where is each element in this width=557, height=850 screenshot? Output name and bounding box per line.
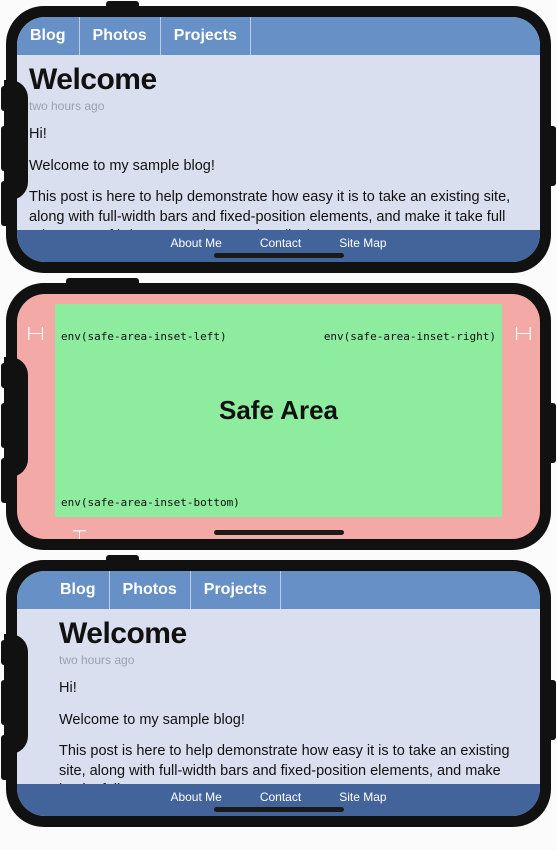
post-p1: Hi!	[59, 679, 510, 699]
iphone-mockup-with-inset: Blog Photos Projects Welcome two hours a…	[6, 560, 551, 827]
nav-tab-blog[interactable]: Blog	[47, 571, 110, 609]
nav-tab-photos[interactable]: Photos	[80, 17, 161, 55]
footer-sitemap[interactable]: Site Map	[339, 236, 386, 250]
post-p1: Hi!	[29, 125, 528, 145]
label-inset-right: env(safe-area-inset-right)	[324, 330, 496, 343]
footer-contact[interactable]: Contact	[260, 236, 301, 250]
nav-tab-photos[interactable]: Photos	[110, 571, 191, 609]
post-title: Welcome	[59, 617, 510, 651]
bracket-bottom-icon: |—|	[73, 529, 89, 539]
footer-contact[interactable]: Contact	[260, 790, 301, 804]
bracket-left-icon: |—|	[27, 324, 42, 340]
post-title: Welcome	[29, 63, 528, 97]
post-body: Welcome two hours ago Hi! Welcome to my …	[17, 609, 540, 784]
safe-area-title: Safe Area	[219, 395, 338, 426]
footer-about[interactable]: About Me	[170, 236, 221, 250]
home-indicator	[214, 253, 344, 258]
top-nav: Blog Photos Projects	[17, 571, 540, 609]
home-indicator	[214, 530, 344, 535]
post-p3: This post is here to help demonstrate ho…	[59, 742, 510, 784]
nav-tab-projects[interactable]: Projects	[191, 571, 281, 609]
post-p2: Welcome to my sample blog!	[29, 157, 528, 177]
label-inset-left: env(safe-area-inset-left)	[61, 330, 227, 343]
top-nav: Blog Photos Projects	[17, 17, 540, 55]
iphone-mockup-safearea-diagram: Safe Area env(safe-area-inset-left) env(…	[6, 283, 551, 550]
device-notch	[4, 357, 28, 477]
post-meta: two hours ago	[29, 99, 528, 113]
iphone-mockup-no-inset: Blog Photos Projects Welcome two hours a…	[6, 6, 551, 273]
nav-tab-projects[interactable]: Projects	[161, 17, 251, 55]
home-indicator	[214, 807, 344, 812]
post-p2: Welcome to my sample blog!	[59, 711, 510, 731]
post-meta: two hours ago	[59, 653, 510, 667]
post-body: Welcome two hours ago Hi! Welcome to my …	[17, 55, 540, 230]
footer-sitemap[interactable]: Site Map	[339, 790, 386, 804]
post-p3: This post is here to help demonstrate ho…	[29, 188, 528, 230]
device-notch	[4, 80, 28, 200]
label-inset-bottom: env(safe-area-inset-bottom)	[61, 496, 240, 509]
bracket-right-icon: |—|	[515, 324, 530, 340]
device-notch	[4, 634, 28, 754]
nav-tab-blog[interactable]: Blog	[17, 17, 80, 55]
footer-about[interactable]: About Me	[170, 790, 221, 804]
